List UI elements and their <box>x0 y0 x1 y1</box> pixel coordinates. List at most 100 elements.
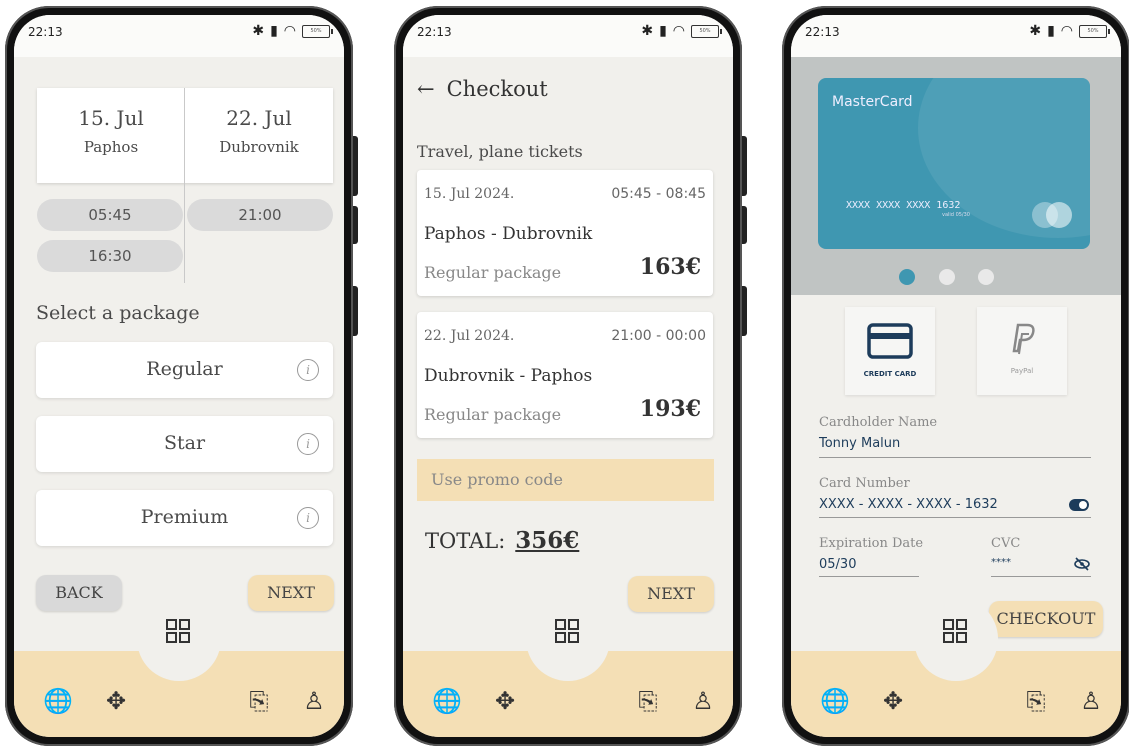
move-icon[interactable]: ✥ <box>100 685 132 717</box>
card-number-preview: XXXX XXXX XXXX 1632 <box>846 200 961 211</box>
page-title: ← Checkout <box>417 77 548 101</box>
outbound-date[interactable]: 15. Jul Paphos <box>37 88 185 183</box>
status-time: 22:13 <box>417 25 452 39</box>
user-icon[interactable]: ♙ <box>1075 685 1107 717</box>
total: TOTAL: 356€ <box>425 527 579 554</box>
move-icon[interactable]: ✥ <box>489 685 521 717</box>
globe-plane-icon[interactable]: 🌐 <box>819 685 851 717</box>
section-label: Travel, plane tickets <box>417 142 583 161</box>
cvc-input[interactable]: **** <box>991 557 1011 568</box>
inbound-city-label: Dubrovnik <box>219 138 299 156</box>
ticket-route: Paphos - Dubrovnik <box>424 224 593 244</box>
globe-plane-icon[interactable]: 🌐 <box>42 685 74 717</box>
credit-card-preview[interactable]: MasterCard XXXX XXXX XXXX 1632 valid 05/… <box>818 78 1090 249</box>
signal-icon: ▮ <box>1047 23 1055 39</box>
payment-option-credit-card[interactable]: CREDIT CARD <box>845 307 935 395</box>
screen: 22:13 ✱ ▮ ◠ 50% MasterCard XXXX XXXX XXX… <box>791 15 1121 737</box>
card-expiry-preview: valid 05/30 <box>942 212 970 218</box>
package-star[interactable]: Star i <box>36 416 333 472</box>
paypal-icon <box>1012 323 1035 355</box>
back-button[interactable]: BACK <box>36 575 122 611</box>
screen: 22:13 ✱ ▮ ◠ 50% 15. Jul Paphos 22. Jul D… <box>14 15 344 737</box>
credit-card-icon <box>867 323 913 359</box>
user-icon[interactable]: ♙ <box>687 685 719 717</box>
phone-checkout: 22:13 ✱ ▮ ◠ 50% ← Checkout Travel, plane … <box>394 6 747 746</box>
grid-icon[interactable] <box>555 619 581 645</box>
ticket-card[interactable]: 22. Jul 2024. 21:00 - 00:00 Dubrovnik - … <box>417 312 713 438</box>
ticket-card[interactable]: 15. Jul 2024. 05:45 - 08:45 Paphos - Dub… <box>417 170 713 296</box>
inbound-date[interactable]: 22. Jul Dubrovnik <box>185 88 333 183</box>
back-arrow-icon[interactable]: ← <box>417 77 435 101</box>
next-button[interactable]: NEXT <box>248 575 334 611</box>
card-number-input[interactable]: XXXX - XXXX - XXXX - 1632 <box>819 497 998 512</box>
grid-icon[interactable] <box>943 619 969 645</box>
payment-option-paypal[interactable]: PayPal <box>977 307 1067 395</box>
outbound-city-label: Paphos <box>83 138 139 156</box>
signal-icon: ▮ <box>270 23 278 39</box>
total-label: TOTAL: <box>425 529 506 553</box>
move-icon[interactable]: ✥ <box>877 685 909 717</box>
screen: 22:13 ✱ ▮ ◠ 50% ← Checkout Travel, plane … <box>403 15 733 737</box>
battery-icon: 50% <box>302 24 333 38</box>
package-regular[interactable]: Regular i <box>36 342 333 398</box>
info-icon[interactable]: i <box>297 433 319 455</box>
ticket-route: Dubrovnik - Paphos <box>424 366 593 386</box>
info-icon[interactable]: i <box>297 507 319 529</box>
status-time: 22:13 <box>28 25 63 39</box>
package-label: Regular <box>146 358 223 380</box>
status-bar: 22:13 ✱ ▮ ◠ 50% <box>14 15 344 57</box>
package-label: Star <box>163 432 206 454</box>
cardholder-label: Cardholder Name <box>819 415 938 430</box>
time-slot-pill[interactable]: 21:00 <box>187 199 333 231</box>
ticket-icon[interactable]: ⎘ <box>632 685 664 717</box>
ticket-price: 163€ <box>639 254 701 280</box>
signal-icon: ▮ <box>659 23 667 39</box>
ticket-package: Regular package <box>424 263 562 282</box>
bluetooth-icon: ✱ <box>252 23 265 39</box>
globe-plane-icon[interactable]: 🌐 <box>431 685 463 717</box>
carousel-dot-active[interactable] <box>899 269 915 285</box>
card-number-label: Card Number <box>819 476 910 491</box>
checkout-title: Checkout <box>446 77 548 101</box>
status-bar: 22:13 ✱ ▮ ◠ 50% <box>403 15 733 57</box>
field-underline <box>819 457 1091 458</box>
field-underline <box>991 576 1091 577</box>
phone-package-selection: 22:13 ✱ ▮ ◠ 50% 15. Jul Paphos 22. Jul D… <box>5 6 358 746</box>
checkout-button[interactable]: CHECKOUT <box>989 601 1103 637</box>
package-premium[interactable]: Premium i <box>36 490 333 546</box>
time-slot-pill[interactable]: 16:30 <box>37 240 183 272</box>
cvc-label: CVC <box>991 536 1021 551</box>
ticket-package: Regular package <box>424 405 562 424</box>
wifi-icon: ◠ <box>672 23 685 39</box>
expiration-input[interactable]: 05/30 <box>819 557 856 572</box>
toggle-icon[interactable] <box>1069 499 1089 511</box>
eye-off-icon[interactable] <box>1074 557 1090 571</box>
next-button[interactable]: NEXT <box>628 576 714 612</box>
divider <box>184 88 185 283</box>
wifi-icon: ◠ <box>1060 23 1073 39</box>
bluetooth-icon: ✱ <box>1029 23 1042 39</box>
ticket-icon[interactable]: ⎘ <box>243 685 275 717</box>
grid-icon[interactable] <box>166 619 192 645</box>
package-label: Premium <box>140 506 229 528</box>
paypal-label: PayPal <box>1010 367 1034 375</box>
field-underline <box>819 576 919 577</box>
user-icon[interactable]: ♙ <box>298 685 330 717</box>
inbound-date-label: 22. Jul <box>226 106 292 130</box>
outbound-date-label: 15. Jul <box>78 106 144 130</box>
battery-icon: 50% <box>691 24 722 38</box>
carousel-dot[interactable] <box>978 269 994 285</box>
field-underline <box>819 517 1091 518</box>
credit-card-label: CREDIT CARD <box>863 370 917 378</box>
ticket-icon[interactable]: ⎘ <box>1020 685 1052 717</box>
bluetooth-icon: ✱ <box>641 23 654 39</box>
carousel-dot[interactable] <box>939 269 955 285</box>
info-icon[interactable]: i <box>297 359 319 381</box>
ticket-date: 15. Jul 2024. <box>424 186 515 202</box>
date-card: 15. Jul Paphos 22. Jul Dubrovnik <box>37 88 333 183</box>
battery-icon: 50% <box>1079 24 1110 38</box>
time-slot-pill[interactable]: 05:45 <box>37 199 183 231</box>
cardholder-input[interactable]: Tonny Malun <box>819 436 900 451</box>
promo-code-input[interactable]: Use promo code <box>417 459 714 501</box>
wifi-icon: ◠ <box>283 23 296 39</box>
